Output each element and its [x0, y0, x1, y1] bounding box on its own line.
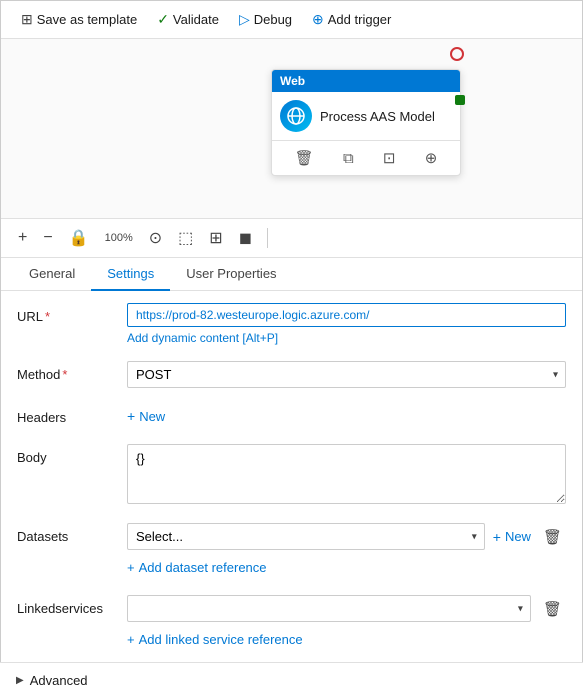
dynamic-content-link[interactable]: Add dynamic content [Alt+P]	[127, 331, 566, 345]
add-linked-row: + Add linked service reference	[127, 622, 566, 651]
trigger-icon: ⊕	[312, 11, 324, 28]
method-select[interactable]: POST GET PUT DELETE PATCH	[127, 361, 566, 388]
grid-button[interactable]: ⊞	[204, 225, 227, 251]
method-select-wrapper: POST GET PUT DELETE PATCH ▾	[127, 361, 566, 388]
secondary-toolbar: + − 🔒 100% ⊙ ⬚ ⊞ ◼	[1, 219, 582, 258]
delete-dataset-button[interactable]: 🗑	[539, 526, 566, 548]
url-row: URL* Add dynamic content [Alt+P]	[17, 303, 566, 345]
linkedservices-row: Linkedservices ▾ 🗑 + Add linked service …	[17, 595, 566, 651]
card-arrow-button[interactable]: ⊕	[421, 147, 442, 169]
validate-button[interactable]: ✓ Validate	[149, 7, 227, 32]
headers-control-area: + New	[127, 404, 566, 428]
url-label: URL*	[17, 303, 127, 324]
validate-icon: ✓	[157, 11, 169, 28]
method-label: Method*	[17, 361, 127, 382]
delete-linked-button[interactable]: 🗑	[539, 598, 566, 620]
web-card-body: Process AAS Model	[272, 92, 460, 140]
trigger-label: Add trigger	[328, 12, 392, 27]
new-dataset-button[interactable]: + New	[493, 525, 531, 549]
headers-row: Headers + New	[17, 404, 566, 428]
datasets-row-inner: Select... ▾ + New 🗑	[127, 523, 566, 550]
datasets-area: Select... ▾ + New 🗑 + Add dataset refere…	[127, 523, 566, 579]
select-button[interactable]: ⬚	[173, 225, 198, 251]
linkedservices-label: Linkedservices	[17, 595, 127, 616]
method-control-area: POST GET PUT DELETE PATCH ▾	[127, 361, 566, 388]
method-row: Method* POST GET PUT DELETE PATCH ▾	[17, 361, 566, 388]
linkedservices-select[interactable]	[127, 595, 531, 622]
chevron-right-icon: ▶	[16, 675, 24, 686]
tab-settings[interactable]: Settings	[91, 258, 170, 291]
advanced-toggle-button[interactable]: ▶ Advanced	[16, 673, 88, 688]
body-row: Body {}	[17, 444, 566, 507]
save-template-button[interactable]: ⊞ Save as template	[13, 7, 145, 32]
tab-user-properties[interactable]: User Properties	[170, 258, 292, 291]
zoom-out-button[interactable]: −	[38, 226, 57, 250]
debug-icon: ▷	[239, 11, 250, 28]
layout-button[interactable]: ◼	[234, 225, 257, 251]
web-card-status	[455, 95, 465, 105]
linkedservices-control-area: ▾ 🗑 + Add linked service reference	[127, 595, 566, 651]
save-template-label: Save as template	[37, 12, 137, 27]
advanced-section: ▶ Advanced	[0, 662, 583, 698]
zoom-in-button[interactable]: +	[13, 226, 32, 250]
form-area: URL* Add dynamic content [Alt+P] Method*…	[1, 291, 582, 694]
tab-general[interactable]: General	[13, 258, 91, 291]
advanced-label: Advanced	[30, 673, 88, 688]
web-card-actions: 🗑 ⧉ ⊡ ⊕	[272, 140, 460, 175]
headers-label: Headers	[17, 404, 127, 425]
datasets-label: Datasets	[17, 523, 127, 544]
body-label: Body	[17, 444, 127, 465]
datasets-select-wrap: Select... ▾	[127, 523, 485, 550]
new-header-button[interactable]: + New	[127, 404, 165, 428]
card-delete-button[interactable]: 🗑	[291, 147, 318, 169]
web-card-icon	[280, 100, 312, 132]
tabs-row: General Settings User Properties	[1, 258, 582, 291]
body-textarea[interactable]: {}	[127, 444, 566, 504]
web-card-title: Process AAS Model	[320, 109, 435, 124]
linked-inner: ▾ 🗑	[127, 595, 566, 622]
datasets-row: Datasets Select... ▾ + New 🗑 +	[17, 523, 566, 579]
add-dataset-button[interactable]: + Add dataset reference	[127, 556, 267, 579]
url-required: *	[45, 309, 50, 324]
add-linked-plus-icon: +	[127, 632, 135, 647]
method-required: *	[62, 367, 67, 382]
lock-button[interactable]: 🔒	[64, 225, 94, 251]
plus-icon: +	[127, 408, 135, 424]
card-copy-button[interactable]: ⧉	[339, 147, 358, 169]
linkedservices-select-wrap: ▾	[127, 595, 531, 622]
add-dataset-plus-icon: +	[127, 560, 135, 575]
toolbar-divider	[267, 228, 268, 248]
focus-button[interactable]: ⊙	[144, 225, 167, 251]
url-control-area: Add dynamic content [Alt+P]	[127, 303, 566, 345]
debug-label: Debug	[254, 12, 292, 27]
save-template-icon: ⊞	[21, 11, 33, 28]
canvas-area: Web Process AAS Model 🗑 ⧉ ⊡ ⊕	[1, 39, 582, 219]
url-input[interactable]	[127, 303, 566, 327]
web-card: Web Process AAS Model 🗑 ⧉ ⊡ ⊕	[271, 69, 461, 176]
card-duplicate-button[interactable]: ⊡	[379, 147, 400, 169]
body-control-area: {}	[127, 444, 566, 507]
status-indicator	[450, 47, 464, 61]
zoom-fit-button[interactable]: 100%	[100, 229, 138, 247]
add-dataset-row: + Add dataset reference	[127, 550, 566, 579]
top-toolbar: ⊞ Save as template ✓ Validate ▷ Debug ⊕ …	[1, 1, 582, 39]
web-card-header: Web	[272, 70, 460, 92]
debug-button[interactable]: ▷ Debug	[231, 7, 300, 32]
validate-label: Validate	[173, 12, 219, 27]
datasets-select[interactable]: Select...	[127, 523, 485, 550]
add-trigger-button[interactable]: ⊕ Add trigger	[304, 7, 399, 32]
add-linked-button[interactable]: + Add linked service reference	[127, 628, 303, 651]
new-dataset-plus-icon: +	[493, 529, 501, 545]
